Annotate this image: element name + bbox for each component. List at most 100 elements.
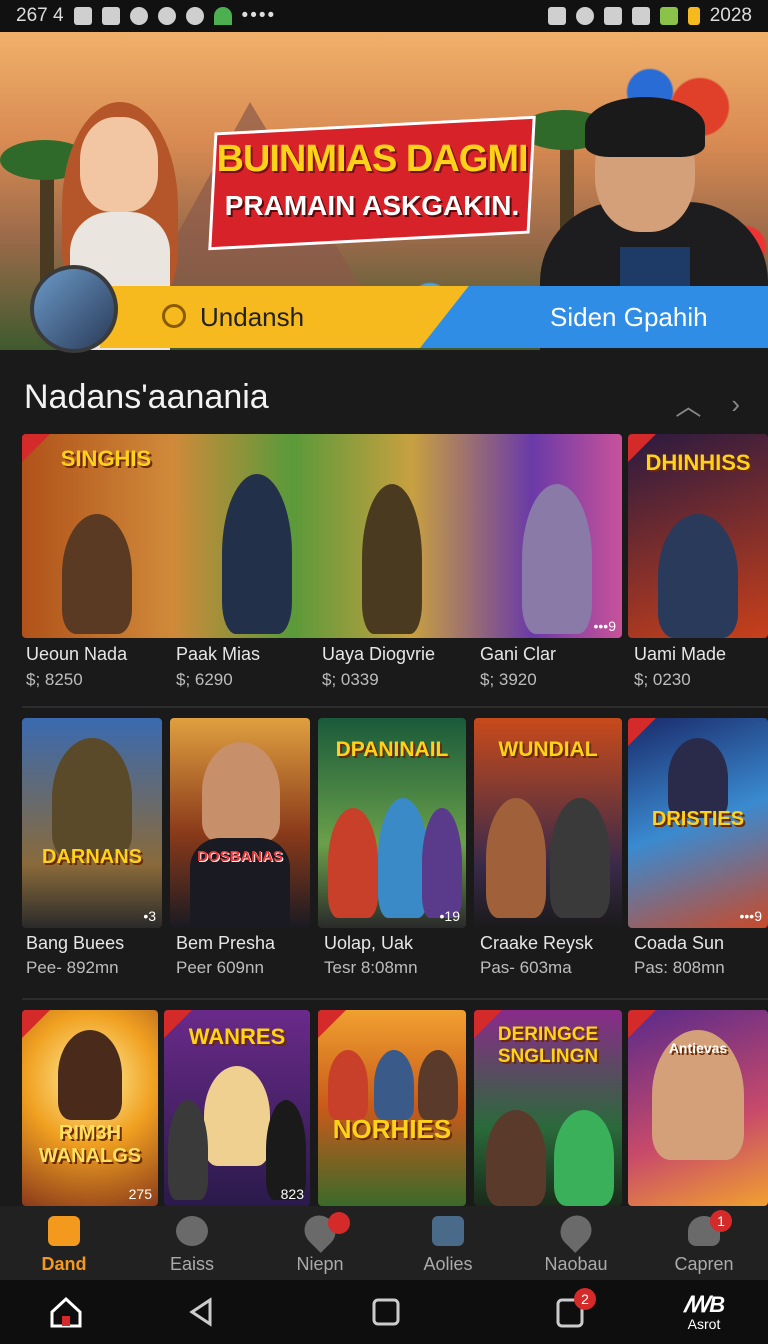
game-price: Tesr 8:08mn xyxy=(324,958,418,977)
apps-button[interactable]: 2 xyxy=(552,1288,596,1332)
game-thumb: RIM3H WANALGS 275 xyxy=(22,1010,158,1206)
location-icon xyxy=(554,1209,598,1253)
thumb-title: DPANINAIL xyxy=(335,738,449,761)
section-nav: ︿ › xyxy=(675,386,740,423)
view-count: •••9 xyxy=(739,908,763,924)
nav-niepn[interactable]: Niepn xyxy=(256,1206,384,1280)
tab-undansh[interactable]: Undansh xyxy=(100,286,470,348)
home-icon[interactable] xyxy=(46,1292,86,1332)
tab-siden-gpahih-label: Siden Gpahih xyxy=(550,302,708,332)
tab-undansh-label: Undansh xyxy=(200,302,305,332)
game-card[interactable]: WUNDIAL xyxy=(474,718,622,928)
game-title: Bem Presha xyxy=(176,933,276,953)
panorama-thumb: SINGHIS •••9 xyxy=(22,434,622,638)
game-title: Uami Made xyxy=(634,644,727,664)
nav-label: Niepn xyxy=(296,1254,344,1274)
nav-eaiss[interactable]: Eaiss xyxy=(128,1206,256,1280)
more-dots: •••• xyxy=(241,5,277,26)
view-count: •••9 xyxy=(593,618,617,634)
signal-icon xyxy=(631,7,650,25)
apple-icon xyxy=(162,304,186,328)
status-bar-right: 2028 xyxy=(547,5,752,27)
game-card[interactable]: RIM3H WANALGS 275 xyxy=(22,1010,158,1206)
game-thumb: DERINGCE SNGLINGN xyxy=(474,1010,622,1206)
view-count: •19 xyxy=(439,908,460,924)
nav-label: Capren xyxy=(674,1254,734,1274)
home-icon xyxy=(48,1216,80,1246)
chevron-up-icon[interactable]: ︿ xyxy=(675,386,701,423)
back-icon[interactable] xyxy=(182,1292,222,1332)
game-title: Uaya Diogvrie xyxy=(322,644,436,664)
system-nav-bar: 2 ꟿB Asrot xyxy=(0,1280,768,1344)
game-card[interactable]: NORHIES xyxy=(318,1010,466,1206)
game-price: $; 8250 xyxy=(26,670,83,689)
nav-aolies[interactable]: Aolies xyxy=(384,1206,512,1280)
game-title: Coada Sun xyxy=(634,933,725,953)
game-price: $; 6290 xyxy=(176,670,233,689)
thumb-title: NORHIES xyxy=(332,1114,452,1144)
game-card[interactable]: DERINGCE SNGLINGN xyxy=(474,1010,622,1206)
thumb-title: DARNANS xyxy=(42,846,142,868)
six-icon xyxy=(185,7,204,25)
view-count: •3 xyxy=(143,908,156,924)
apps-badge: 2 xyxy=(574,1288,596,1310)
game-thumb: DHINHISS xyxy=(628,434,768,638)
nav-label: Naobau xyxy=(544,1254,608,1274)
game-card[interactable]: DHINHISS xyxy=(628,434,768,638)
nav-naobau[interactable]: Naobau xyxy=(512,1206,640,1280)
thumb-title: DRISTIES xyxy=(651,808,745,830)
tab-siden-gpahih[interactable]: Siden Gpahih xyxy=(420,286,768,348)
status-time-left: 267 4 xyxy=(16,5,64,26)
thumb-title: WANRES xyxy=(188,1024,286,1049)
game-thumb: DRISTIES •••9 xyxy=(628,718,768,928)
wifi-signal-icon xyxy=(603,7,622,25)
status-bar: 267 4 •••• 2028 xyxy=(0,0,768,32)
thumb-title: DHINHISS xyxy=(645,450,751,475)
book-icon xyxy=(432,1216,464,1246)
chevron-right-icon[interactable]: › xyxy=(731,389,740,420)
wifi-icon xyxy=(213,7,232,25)
thumb-title: SINGHIS xyxy=(60,446,152,471)
game-price: $; 3920 xyxy=(480,670,537,689)
game-card[interactable]: Antievas xyxy=(628,1010,768,1206)
game-thumb: NORHIES xyxy=(318,1010,466,1206)
game-card[interactable]: WANRES 823 xyxy=(164,1010,310,1206)
hero-title-line2: PRAMAIN ASKGAKIN. xyxy=(224,190,520,221)
hero-title-banner: BUINMIAS DAGMI PRAMAIN ASKGAKIN. xyxy=(208,115,536,251)
battery-icon xyxy=(687,7,700,25)
hero-title-line1: BUINMIAS DAGMI xyxy=(216,138,528,180)
brand-text: Asrot xyxy=(687,1316,721,1332)
game-card[interactable]: DOSBANAS xyxy=(170,718,310,928)
avatar[interactable] xyxy=(30,265,118,353)
notification-dot xyxy=(328,1212,350,1234)
nav-capren[interactable]: 1 Capren xyxy=(640,1206,768,1280)
bottom-nav: Dand Eaiss Niepn Aolies Naobau 1 Capren xyxy=(0,1206,768,1280)
thumb-title: DERINGCE SNGLINGN xyxy=(497,1024,599,1067)
game-thumb: WANRES 823 xyxy=(164,1010,310,1206)
dice-icon xyxy=(73,7,92,25)
game-price: Peer 609nn xyxy=(176,958,264,977)
view-count: 823 xyxy=(280,1186,304,1202)
game-price: Pas: 808mn xyxy=(634,958,725,977)
nav-label: Dand xyxy=(41,1254,87,1274)
game-price: Pas- 603ma xyxy=(480,958,572,977)
app-icon xyxy=(129,7,148,25)
game-card[interactable]: DARNANS •3 xyxy=(22,718,162,928)
alarm-icon xyxy=(575,7,594,25)
game-title: Gani Clar xyxy=(480,644,557,664)
game-title: Bang Buees xyxy=(26,933,125,953)
nav-label: Eaiss xyxy=(169,1254,214,1274)
game-price: $; 0230 xyxy=(634,670,691,689)
row-divider xyxy=(22,706,768,708)
featured-panorama[interactable]: SINGHIS •••9 xyxy=(22,434,622,638)
notification-badge: 1 xyxy=(710,1210,732,1232)
recents-icon[interactable] xyxy=(366,1292,406,1332)
game-thumb: Antievas xyxy=(628,1010,768,1206)
thumb-title: WUNDIAL xyxy=(498,738,598,761)
game-card[interactable]: DPANINAIL •19 xyxy=(318,718,466,928)
game-price: Pee- 892mn xyxy=(26,958,119,977)
game-thumb: WUNDIAL xyxy=(474,718,622,928)
view-count: 275 xyxy=(128,1186,152,1202)
game-card[interactable]: DRISTIES •••9 xyxy=(628,718,768,928)
nav-dand[interactable]: Dand xyxy=(0,1206,128,1280)
